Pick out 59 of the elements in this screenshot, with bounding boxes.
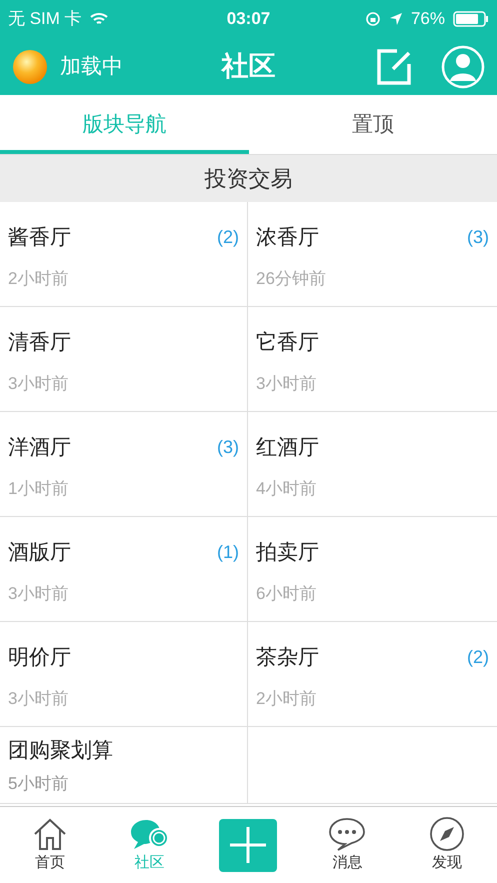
forum-cell[interactable]: 它香厅 3小时前 — [248, 307, 497, 411]
forum-name: 明价厅 — [8, 645, 71, 671]
carrier-text: 无 SIM 卡 — [8, 8, 82, 30]
forum-name: 清香厅 — [8, 330, 71, 356]
forum-cell[interactable]: 明价厅 3小时前 — [0, 622, 248, 726]
forum-cell[interactable]: 团购聚划算 5小时前 — [0, 727, 248, 803]
rotation-lock-icon — [364, 11, 381, 27]
user-avatar-icon[interactable] — [441, 44, 485, 88]
location-arrow-icon — [388, 12, 403, 26]
post-count: (1) — [217, 541, 239, 564]
update-time: 3小时前 — [256, 372, 318, 394]
forum-cell[interactable]: 酱香厅 (2) 2小时前 — [0, 202, 248, 306]
add-button[interactable] — [219, 818, 278, 872]
forum-name: 茶杂厅 — [256, 645, 319, 671]
update-time: 4小时前 — [256, 478, 318, 500]
forum-name: 它香厅 — [256, 330, 319, 356]
battery-percent: 76% — [410, 8, 445, 30]
forum-name: 红酒厅 — [256, 435, 319, 461]
update-time: 3小时前 — [8, 372, 70, 394]
speech-bubble-icon — [328, 816, 366, 852]
edit-icon[interactable] — [375, 48, 413, 86]
tab-bar-item[interactable]: 发现 — [417, 816, 478, 874]
update-time: 5小时前 — [8, 772, 70, 794]
update-time: 6小时前 — [256, 582, 318, 604]
forum-cell[interactable]: 拍卖厅 6小时前 — [248, 517, 497, 621]
post-count: (2) — [467, 646, 489, 670]
section-header: 投资交易 — [0, 155, 497, 202]
update-time: 3小时前 — [8, 582, 70, 604]
forum-cell[interactable]: 茶杂厅 (2) 2小时前 — [248, 622, 497, 726]
battery-icon — [452, 11, 489, 27]
forum-name: 团购聚划算 — [8, 738, 113, 764]
forum-name: 酱香厅 — [8, 225, 71, 251]
page-title: 社区 — [222, 50, 276, 84]
ball-icon — [12, 48, 48, 84]
forum-cell[interactable]: 洋酒厅 (3) 1小时前 — [0, 412, 248, 516]
clock-text: 03:07 — [226, 8, 270, 30]
tab-bar-item[interactable]: 首页 — [20, 816, 80, 874]
plus-icon — [229, 826, 268, 864]
post-count: (3) — [217, 436, 239, 460]
post-count: (3) — [467, 226, 489, 250]
tab[interactable]: 置顶 — [248, 95, 497, 154]
forum-cell[interactable]: 浓香厅 (3) 26分钟前 — [248, 202, 497, 306]
forum-name: 酒版厅 — [8, 540, 71, 566]
update-time: 26分钟前 — [256, 268, 327, 290]
forum-name: 浓香厅 — [256, 225, 319, 251]
forum-name: 洋酒厅 — [8, 435, 71, 461]
update-time: 3小时前 — [8, 688, 70, 710]
update-time: 1小时前 — [8, 478, 70, 500]
tab-bar-item[interactable]: 消息 — [317, 816, 378, 874]
update-time: 2小时前 — [8, 268, 70, 290]
post-count: (2) — [217, 226, 239, 250]
forum-cell[interactable]: 红酒厅 4小时前 — [248, 412, 497, 516]
wifi-icon — [90, 12, 108, 26]
update-time: 2小时前 — [256, 688, 318, 710]
forum-cell[interactable]: 清香厅 3小时前 — [0, 307, 248, 411]
compass-icon — [429, 816, 466, 852]
forum-cell[interactable]: 酒版厅 (1) 3小时前 — [0, 517, 248, 621]
loading-text: 加载中 — [60, 54, 123, 80]
forum-name: 拍卖厅 — [256, 540, 319, 566]
